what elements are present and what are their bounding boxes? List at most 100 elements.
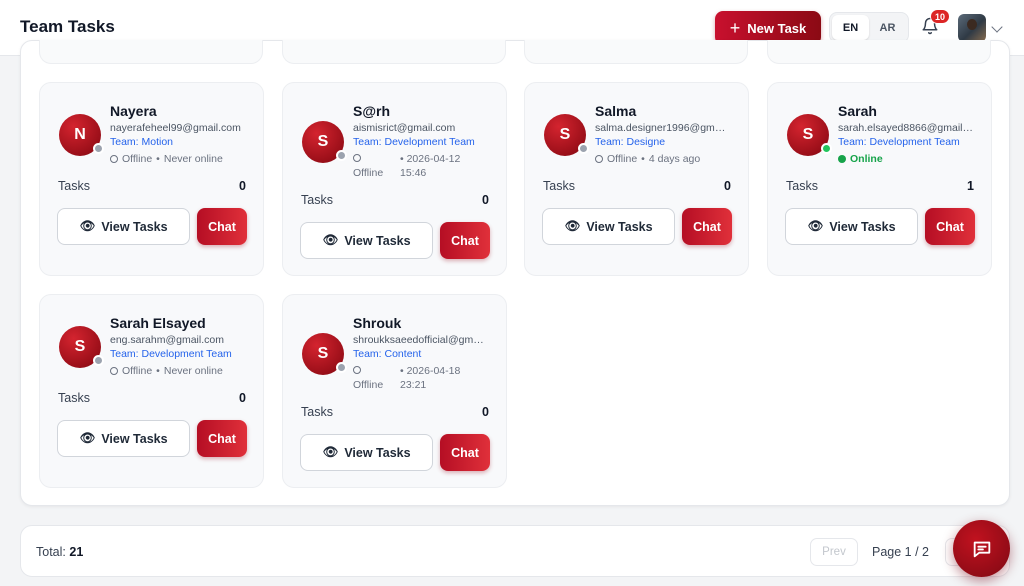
card-above-4 [767, 40, 991, 64]
status-dot [93, 143, 104, 154]
total-count: Total: 21 [36, 545, 83, 559]
card-above-2 [282, 40, 506, 64]
user-avatar[interactable] [958, 14, 986, 42]
tasks-label: Tasks [301, 193, 333, 207]
offline-icon [595, 155, 603, 163]
member-email: nayerafeheel99@gmail.com [110, 122, 241, 134]
view-tasks-button[interactable]: 👁 View Tasks [57, 208, 190, 245]
status-dot [336, 362, 347, 373]
member-email: aismisrict@gmail.com [353, 122, 456, 134]
view-tasks-button[interactable]: 👁 View Tasks [300, 222, 433, 259]
member-card: S Sarah Elsayed eng.sarahm@gmail.com Tea… [39, 294, 264, 488]
eye-icon: 👁 [322, 445, 339, 459]
plus-icon: + [729, 18, 741, 38]
member-team: Team: Designe [595, 136, 666, 148]
view-tasks-label: View Tasks [586, 219, 653, 234]
member-status: Offline • Never online [110, 153, 223, 165]
floating-chat-button[interactable] [953, 520, 1010, 577]
chat-button[interactable]: Chat [197, 420, 247, 457]
new-task-label: New Task [747, 20, 807, 36]
member-status: Offline • 4 days ago [595, 153, 700, 165]
chat-button[interactable]: Chat [440, 434, 490, 471]
last-seen: Never online [163, 153, 223, 165]
tasks-count: 0 [482, 405, 489, 419]
chat-button[interactable]: Chat [925, 208, 975, 245]
page-title: Team Tasks [20, 17, 115, 36]
lang-en-button[interactable]: EN [832, 15, 869, 40]
member-name: Shrouk [353, 315, 402, 331]
page-indicator: Page 1 / 2 [872, 545, 929, 559]
notification-badge: 10 [930, 9, 950, 24]
member-status: Offline • 2026-04-18 23:21 [353, 365, 483, 393]
total-value: 21 [69, 545, 84, 559]
tasks-label: Tasks [543, 179, 575, 193]
view-tasks-label: View Tasks [101, 219, 168, 234]
last-seen-time: 15:46 [400, 167, 427, 179]
view-tasks-label: View Tasks [101, 431, 168, 446]
status-dot [336, 150, 347, 161]
member-card: S Sarah sarah.elsayed8866@gmail.com Team… [767, 82, 992, 276]
view-tasks-label: View Tasks [344, 233, 411, 248]
eye-icon: 👁 [564, 219, 581, 233]
member-team: Team: Development Team [110, 348, 232, 360]
member-email: eng.sarahm@gmail.com [110, 334, 224, 346]
member-card: S Shrouk shroukksaeedofficial@gmail.com … [282, 294, 507, 488]
member-status: Offline • 2026-04-12 15:46 [353, 153, 483, 181]
status-text: Offline [607, 153, 638, 165]
status-dot [578, 143, 589, 154]
chevron-down-icon[interactable] [991, 21, 1003, 33]
status-text: Offline [353, 379, 384, 391]
eye-icon: 👁 [322, 233, 339, 247]
member-email: shroukksaeedofficial@gmail.com [353, 334, 489, 346]
last-seen: 4 days ago [648, 153, 701, 165]
eye-icon: 👁 [807, 219, 824, 233]
language-switch: EN AR [829, 12, 909, 43]
last-seen-date: • 2026-04-12 [400, 153, 461, 165]
last-seen-time: 23:21 [400, 379, 427, 391]
tasks-count: 1 [967, 179, 974, 193]
view-tasks-button[interactable]: 👁 View Tasks [300, 434, 433, 471]
offline-icon [110, 155, 118, 163]
view-tasks-button[interactable]: 👁 View Tasks [57, 420, 190, 457]
offline-icon [353, 366, 361, 374]
prev-button[interactable]: Prev [810, 538, 858, 566]
card-above-1 [39, 40, 263, 64]
offline-icon [110, 367, 118, 375]
status-text: Offline [122, 365, 153, 377]
last-seen: Never online [163, 365, 223, 377]
card-above-3 [524, 40, 748, 64]
member-name: Sarah Elsayed [110, 315, 206, 331]
view-tasks-label: View Tasks [829, 219, 896, 234]
view-tasks-label: View Tasks [344, 445, 411, 460]
member-team: Team: Development Team [353, 136, 475, 148]
status-dot [93, 355, 104, 366]
view-tasks-button[interactable]: 👁 View Tasks [785, 208, 918, 245]
chat-button[interactable]: Chat [440, 222, 490, 259]
member-email: sarah.elsayed8866@gmail.com [838, 122, 974, 134]
member-name: Salma [595, 103, 637, 119]
tasks-count: 0 [239, 391, 246, 405]
last-seen-date: • 2026-04-18 [400, 365, 461, 377]
member-name: Nayera [110, 103, 157, 119]
member-status: Offline • Never online [110, 365, 223, 377]
member-name: S@rh [353, 103, 390, 119]
eye-icon: 👁 [79, 219, 96, 233]
tasks-count: 0 [239, 179, 246, 193]
offline-icon [353, 154, 361, 162]
total-label: Total: [36, 545, 66, 559]
status-text: Online [850, 153, 883, 165]
eye-icon: 👁 [79, 431, 96, 445]
member-team: Team: Content [353, 348, 422, 360]
member-card: S S@rh aismisrict@gmail.com Team: Develo… [282, 82, 507, 276]
view-tasks-button[interactable]: 👁 View Tasks [542, 208, 675, 245]
tasks-count: 0 [724, 179, 731, 193]
chat-button[interactable]: Chat [682, 208, 732, 245]
chat-button[interactable]: Chat [197, 208, 247, 245]
member-team: Team: Development Team [838, 136, 960, 148]
pagination-bar: Total: 21 Prev Page 1 / 2 [20, 525, 1010, 577]
chat-bubble-icon [973, 541, 990, 557]
lang-ar-button[interactable]: AR [869, 15, 906, 40]
member-email: salma.designer1996@gmail.com [595, 122, 731, 134]
tasks-label: Tasks [301, 405, 333, 419]
status-text: Offline [122, 153, 153, 165]
